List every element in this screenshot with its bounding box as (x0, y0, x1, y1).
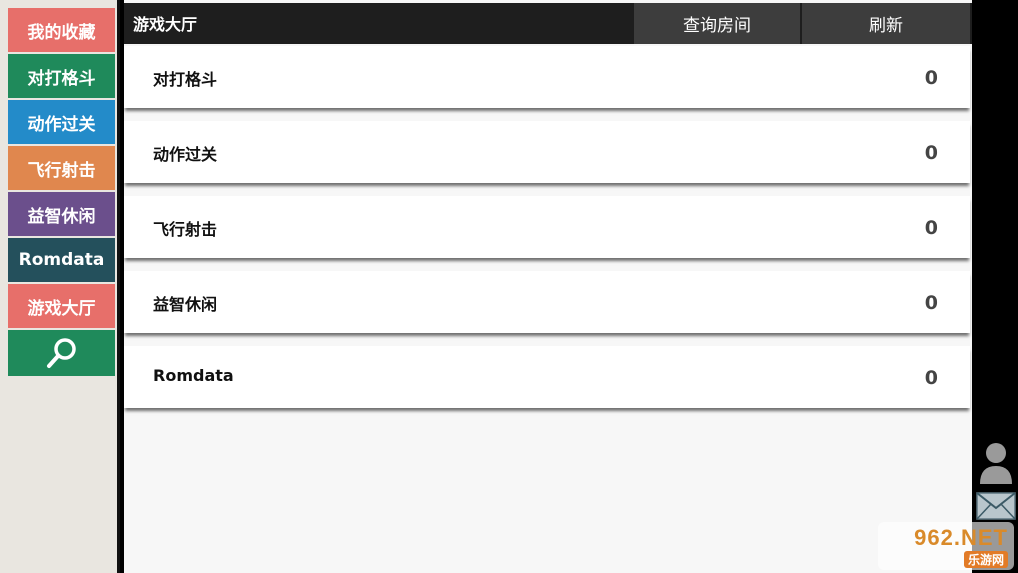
query-room-button[interactable]: 查询房间 (634, 3, 800, 44)
sidebar-item-label: 我的收藏 (27, 22, 96, 43)
sidebar-item-label: 益智休闲 (27, 206, 96, 227)
sidebar-item-puzzle[interactable]: 益智休闲 (8, 192, 115, 236)
list-item[interactable]: 飞行射击 0 (124, 196, 970, 258)
refresh-button[interactable]: 刷新 (802, 3, 970, 44)
list-item[interactable]: Romdata 0 (124, 346, 970, 408)
watermark-logo: 962.NET 乐游网 (878, 522, 1014, 570)
list-item[interactable]: 对打格斗 0 (124, 46, 970, 108)
list-item[interactable]: 益智休闲 0 (124, 271, 970, 333)
room-name: Romdata (153, 366, 234, 385)
room-count: 0 (924, 292, 938, 314)
sidebar-item-lobby[interactable]: 游戏大厅 (8, 284, 127, 328)
watermark-bottom: 乐游网 (963, 550, 1008, 568)
list-item[interactable]: 动作过关 0 (124, 121, 970, 183)
sidebar-item-label: 对打格斗 (27, 68, 96, 89)
room-count: 0 (924, 367, 938, 389)
room-name: 动作过关 (153, 145, 218, 164)
sidebar-item-label: Romdata (18, 250, 105, 270)
top-bar: 游戏大厅 查询房间 刷新 (124, 3, 972, 44)
sidebar-item-action[interactable]: 动作过关 (8, 100, 115, 144)
mail-icon[interactable] (976, 492, 1016, 520)
person-icon[interactable] (978, 440, 1014, 484)
room-name: 飞行射击 (153, 220, 218, 239)
sidebar-item-label: 游戏大厅 (27, 298, 96, 319)
room-count: 0 (924, 217, 938, 239)
page-title: 游戏大厅 (133, 15, 198, 34)
search-button[interactable] (8, 330, 115, 376)
sidebar-item-shooting[interactable]: 飞行射击 (8, 146, 115, 190)
room-list: 对打格斗 0 动作过关 0 飞行射击 0 益智休闲 0 Romdata 0 (124, 46, 972, 421)
watermark-top: 962.NET (914, 524, 1008, 550)
room-name: 对打格斗 (153, 70, 218, 89)
sidebar-item-romdata[interactable]: Romdata (8, 238, 115, 282)
sidebar: 我的收藏 对打格斗 动作过关 飞行射击 益智休闲 Romdata 游戏大厅 (0, 0, 127, 573)
sidebar-item-favorites[interactable]: 我的收藏 (8, 8, 115, 52)
sidebar-item-label: 动作过关 (27, 114, 96, 135)
room-count: 0 (924, 142, 938, 164)
main-panel: 游戏大厅 查询房间 刷新 对打格斗 0 动作过关 0 飞行射击 0 益智休闲 0… (124, 0, 972, 573)
sidebar-item-label: 飞行射击 (27, 160, 96, 181)
room-name: 益智休闲 (153, 295, 218, 314)
search-icon (46, 338, 76, 368)
sidebar-item-fighting[interactable]: 对打格斗 (8, 54, 115, 98)
room-count: 0 (924, 67, 938, 89)
right-strip (972, 0, 1018, 573)
